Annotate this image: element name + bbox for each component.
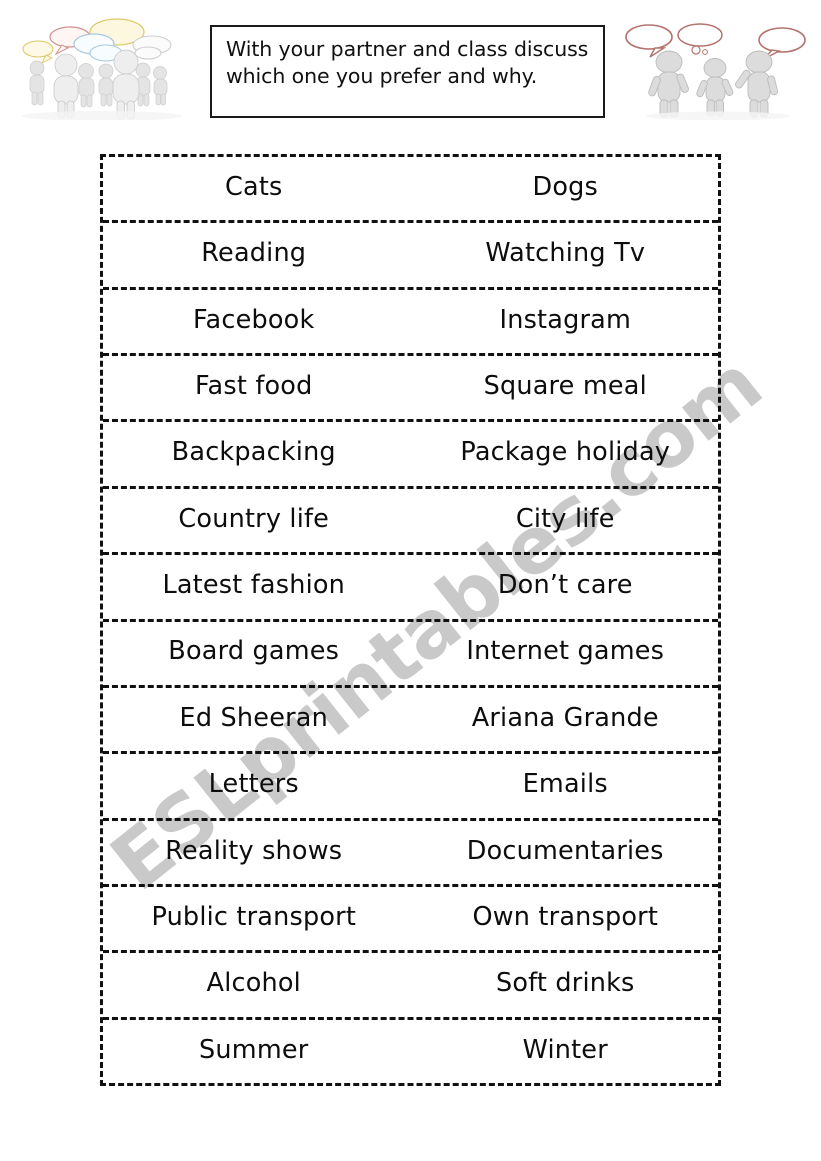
- table-row: Reading Watching Tv: [103, 223, 718, 290]
- table-row: Summer Winter: [103, 1020, 718, 1083]
- option-b-cell: Instagram: [499, 304, 632, 335]
- option-b-cell: Documentaries: [466, 835, 664, 866]
- option-a-cell: Reading: [201, 238, 307, 269]
- table-row: Ed Sheeran Ariana Grande: [103, 688, 718, 755]
- option-a-cell: Letters: [208, 769, 299, 800]
- option-a-cell: Latest fashion: [162, 570, 346, 601]
- option-a-cell: Reality shows: [165, 835, 343, 866]
- option-b-cell: Dogs: [532, 171, 598, 202]
- option-b-cell: Soft drinks: [495, 968, 635, 999]
- three-figures-talking-image: [622, 8, 818, 120]
- table-row: Facebook Instagram: [103, 290, 718, 357]
- table-row: Reality shows Documentaries: [103, 821, 718, 887]
- page-header: With your partner and class discuss whic…: [0, 0, 821, 125]
- option-b-cell: Package holiday: [460, 437, 671, 468]
- option-b-cell: Don’t care: [497, 570, 633, 601]
- table-row: Public transport Own transport: [103, 887, 718, 954]
- instruction-box: With your partner and class discuss whic…: [210, 25, 605, 118]
- crowd-illustration: [2, 8, 202, 120]
- table-row: Board games Internet games: [103, 622, 718, 688]
- option-a-cell: Summer: [199, 1034, 309, 1065]
- table-row: Cats Dogs: [103, 157, 718, 224]
- option-b-cell: Square meal: [483, 371, 647, 401]
- option-b-cell: Ariana Grande: [471, 702, 659, 733]
- option-a-cell: Cats: [224, 171, 283, 202]
- table-row: Letters Emails: [103, 754, 718, 821]
- option-b-cell: Watching Tv: [485, 238, 646, 269]
- option-a-cell: Facebook: [193, 304, 315, 335]
- table-row: Latest fashion Don’t care: [103, 555, 718, 622]
- table-row: Fast food Square meal: [103, 356, 718, 423]
- option-a-cell: Board games: [168, 636, 340, 667]
- option-a-cell: Alcohol: [206, 968, 301, 999]
- table-row: Country life City life: [103, 489, 718, 556]
- discussion-pairs-table: Cats Dogs Reading Watching Tv Facebook Instag…: [100, 154, 721, 1086]
- three-figures-illustration: [622, 8, 818, 120]
- option-a-cell: Fast food: [194, 371, 313, 401]
- table-row: Backpacking Package holiday: [103, 422, 718, 489]
- option-b-cell: Emails: [522, 769, 608, 800]
- option-b-cell: City life: [515, 503, 615, 534]
- crowd-speech-bubbles-image: [2, 8, 202, 120]
- option-a-cell: Ed Sheeran: [179, 702, 328, 733]
- instruction-text: With your partner and class discuss whic…: [226, 37, 589, 89]
- option-a-cell: Public transport: [151, 901, 357, 932]
- option-a-cell: Country life: [178, 503, 330, 534]
- option-b-cell: Internet games: [466, 636, 665, 667]
- option-b-cell: Winter: [522, 1034, 608, 1065]
- option-b-cell: Own transport: [472, 901, 659, 932]
- table-row: Alcohol Soft drinks: [103, 953, 718, 1020]
- option-a-cell: Backpacking: [171, 437, 336, 468]
